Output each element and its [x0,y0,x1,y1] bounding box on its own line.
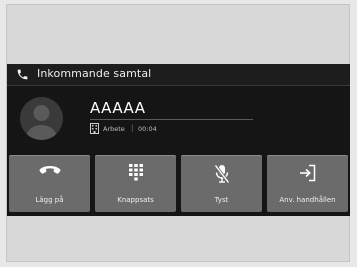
keypad-icon [128,164,143,181]
call-duration: 00:04 [138,125,157,133]
call-header: Inkommande samtal [7,64,350,86]
divider [90,119,253,120]
caller-name: AAAAA [90,99,146,117]
keypad-button[interactable]: Knappsats [95,155,176,212]
hang-up-icon [39,166,60,174]
hang-up-label: Lägg på [35,196,64,204]
use-handset-label: Anv. handhållen [279,196,336,204]
mute-label: Tyst [214,196,229,204]
building-icon [90,123,99,134]
mute-microphone-icon [213,164,230,184]
keypad-label: Knappsats [117,196,154,204]
separator: | [131,124,134,132]
mute-button[interactable]: Tyst [181,155,262,212]
use-handset-button[interactable]: Anv. handhållen [267,155,348,212]
incoming-call-screen: Inkommande samtal AAAAA Arbete | 00:04 L… [7,64,350,216]
caller-avatar [20,97,63,140]
call-actions: Lägg på Knappsats Tyst Anv. handhållen [9,155,348,212]
hang-up-button[interactable]: Lägg på [9,155,90,212]
caller-number-type: Arbete [103,125,125,133]
call-status-title: Inkommande samtal [37,67,152,80]
transfer-to-handset-icon [299,164,315,182]
phone-icon [17,69,28,80]
person-silhouette-icon [26,105,57,140]
